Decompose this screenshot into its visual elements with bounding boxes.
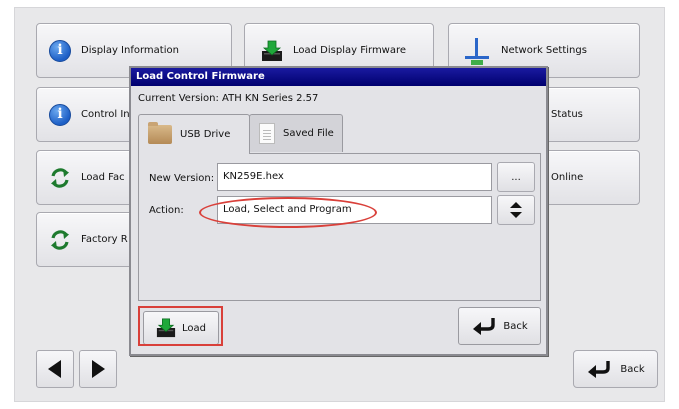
back-button[interactable]: Back [573, 350, 658, 388]
up-down-arrows-icon [510, 202, 522, 218]
usb-drive-tab-panel: New Version: KN259E.hex ... Action: Load… [138, 153, 541, 301]
refresh-icon [51, 167, 69, 188]
load-display-firmware-label: Load Display Firmware [293, 45, 407, 56]
folder-icon [148, 122, 172, 144]
back-label: Back [620, 363, 645, 375]
network-settings-label: Network Settings [501, 45, 587, 56]
download-icon [156, 318, 176, 338]
new-version-field[interactable]: KN259E.hex [217, 163, 492, 191]
display-information-label: Display Information [81, 45, 179, 56]
tab-usb-drive-label: USB Drive [180, 129, 231, 140]
dialog-back-label: Back [503, 320, 528, 332]
action-label: Action: [149, 205, 184, 216]
info-icon [49, 39, 71, 62]
action-spinner-button[interactable] [497, 195, 535, 225]
current-version-text: Current Version: ATH KN Series 2.57 [138, 93, 319, 104]
next-page-button[interactable] [79, 350, 117, 388]
dialog-back-button[interactable]: Back [458, 307, 541, 345]
tab-saved-file[interactable]: Saved File [249, 114, 343, 152]
triangle-left-icon [48, 360, 61, 378]
download-icon [262, 40, 282, 61]
load-control-firmware-dialog: Load Control Firmware Current Version: A… [129, 66, 548, 356]
document-icon [259, 123, 275, 144]
factory-reset-label: Factory R [81, 234, 128, 245]
control-information-label: Control In [81, 109, 130, 120]
action-select[interactable]: Load, Select and Program [217, 196, 492, 224]
load-label: Load [182, 322, 206, 334]
triangle-right-icon [92, 360, 105, 378]
tab-usb-drive[interactable]: USB Drive [138, 114, 250, 154]
network-icon [465, 37, 489, 65]
browse-button[interactable]: ... [497, 162, 535, 192]
dialog-title: Load Control Firmware [131, 68, 546, 86]
load-button[interactable]: Load [143, 311, 219, 345]
back-arrow-icon [588, 361, 611, 378]
load-factory-label: Load Fac [81, 172, 125, 183]
back-arrow-icon [473, 318, 496, 335]
previous-page-button[interactable] [36, 350, 74, 388]
online-label: Online [551, 172, 584, 183]
refresh-icon [51, 229, 69, 250]
tab-saved-file-label: Saved File [283, 128, 334, 139]
info-icon [49, 103, 71, 126]
status-label: Status [551, 109, 583, 120]
new-version-label: New Version: [149, 173, 215, 184]
